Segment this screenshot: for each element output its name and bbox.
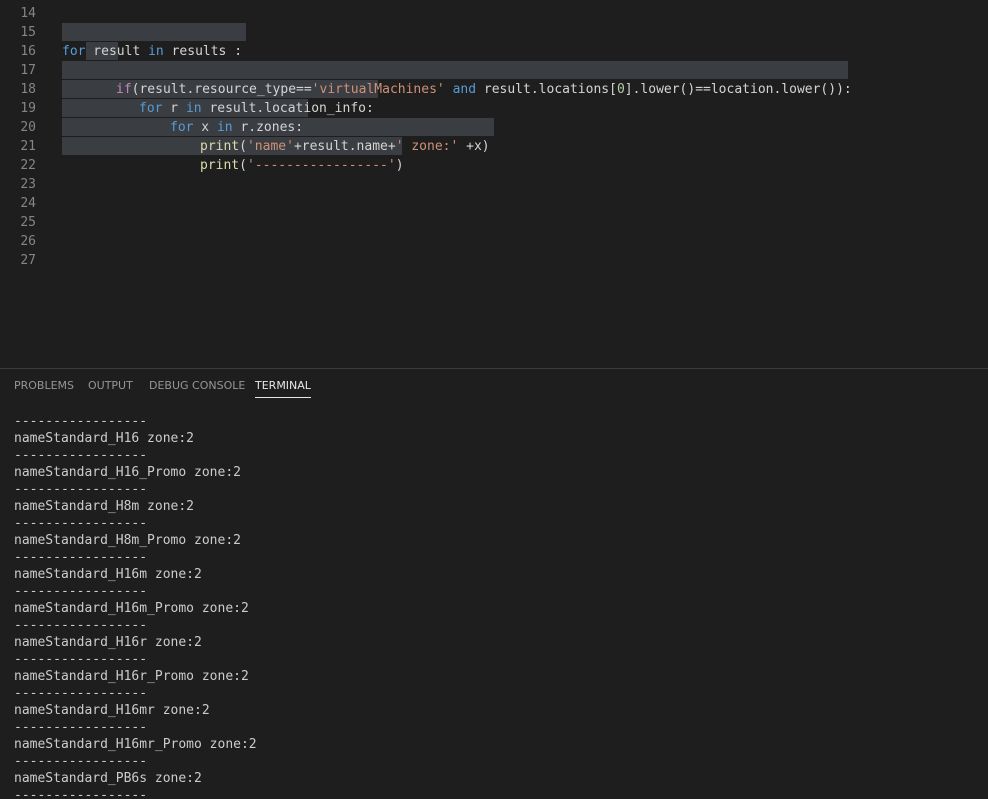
code-token: result.location_info: bbox=[201, 101, 374, 116]
terminal-output[interactable]: ----------------- nameStandard_H16 zone:… bbox=[14, 413, 974, 799]
function-name: print bbox=[200, 158, 240, 173]
line-number: 25 bbox=[20, 215, 36, 230]
terminal-line: ----------------- bbox=[14, 754, 148, 769]
keyword: in bbox=[148, 44, 164, 59]
code-line-18: for r in result.location_info: bbox=[139, 99, 374, 118]
code-token: +result.name+ bbox=[293, 139, 396, 154]
number-literal: 0 bbox=[616, 82, 625, 97]
terminal-line: nameStandard_PB6s zone:2 bbox=[14, 771, 202, 786]
tab-terminal[interactable]: TERMINAL bbox=[255, 379, 311, 398]
terminal-line: nameStandard_H8m_Promo zone:2 bbox=[14, 533, 241, 548]
code-line-17: if(result.resource_type=='virtualMachine… bbox=[116, 80, 852, 99]
keyword: for bbox=[170, 120, 194, 135]
terminal-line: nameStandard_H16m zone:2 bbox=[14, 567, 202, 582]
terminal-line: ----------------- bbox=[14, 788, 148, 799]
code-token: result bbox=[85, 44, 149, 59]
code-line-21: print('-----------------') bbox=[200, 156, 404, 175]
terminal-line: nameStandard_H16m_Promo zone:2 bbox=[14, 601, 249, 616]
keyword: and bbox=[452, 82, 477, 97]
code-token: ) bbox=[395, 158, 404, 173]
keyword: for bbox=[62, 44, 86, 59]
string-literal: 'virtualMachines' bbox=[311, 82, 445, 97]
code-line-20: print('name'+result.name+' zone:' +x) bbox=[200, 137, 490, 156]
keyword: for bbox=[139, 101, 163, 116]
code-editor[interactable]: 14 15 16 17 18 19 20 21 22 23 24 25 26 2… bbox=[0, 0, 988, 368]
terminal-line: nameStandard_H16mr zone:2 bbox=[14, 703, 210, 718]
tab-problems[interactable]: PROBLEMS bbox=[14, 379, 74, 397]
function-name: print bbox=[200, 139, 240, 154]
code-line-19: for x in r.zones: bbox=[170, 118, 303, 137]
code-token: +x) bbox=[458, 139, 490, 154]
terminal-line: nameStandard_H16mr_Promo zone:2 bbox=[14, 737, 257, 752]
selection-highlight bbox=[62, 23, 246, 41]
code-line-15: for result in results : bbox=[62, 42, 242, 61]
code-token: r bbox=[162, 101, 186, 116]
tab-output[interactable]: OUTPUT bbox=[88, 379, 133, 397]
bottom-panel: PROBLEMS OUTPUT DEBUG CONSOLE TERMINAL -… bbox=[0, 368, 988, 799]
terminal-line: nameStandard_H16 zone:2 bbox=[14, 431, 195, 446]
code-token: ].lower()==location.lower()): bbox=[624, 82, 852, 97]
string-literal: 'name' bbox=[246, 139, 294, 154]
string-literal: ' zone:' bbox=[395, 139, 459, 154]
line-number: 24 bbox=[20, 196, 36, 211]
terminal-line: nameStandard_H8m zone:2 bbox=[14, 499, 195, 514]
keyword: if bbox=[116, 82, 132, 97]
keyword: in bbox=[185, 101, 202, 116]
terminal-line: ----------------- bbox=[14, 414, 148, 429]
terminal-line: ----------------- bbox=[14, 584, 148, 599]
line-number: 27 bbox=[20, 253, 36, 268]
terminal-line: ----------------- bbox=[14, 516, 148, 531]
string-literal: '-----------------' bbox=[246, 158, 396, 173]
code-token: results : bbox=[163, 44, 243, 59]
code-token: (result.resource_type== bbox=[131, 82, 312, 97]
code-token: r.zones: bbox=[232, 120, 304, 135]
terminal-line: ----------------- bbox=[14, 550, 148, 565]
panel-tabs: PROBLEMS OUTPUT DEBUG CONSOLE TERMINAL bbox=[0, 369, 988, 405]
terminal-line: ----------------- bbox=[14, 482, 148, 497]
code-token: ( bbox=[239, 158, 247, 173]
tab-debug-console[interactable]: DEBUG CONSOLE bbox=[149, 379, 245, 397]
selection-highlight bbox=[62, 61, 848, 79]
terminal-line: ----------------- bbox=[14, 720, 148, 735]
keyword: in bbox=[216, 120, 233, 135]
terminal-line: nameStandard_H16r zone:2 bbox=[14, 635, 202, 650]
code-token: x bbox=[193, 120, 217, 135]
terminal-line: ----------------- bbox=[14, 618, 148, 633]
line-number: 26 bbox=[20, 234, 36, 249]
terminal-line: nameStandard_H16r_Promo zone:2 bbox=[14, 669, 249, 684]
terminal-line: nameStandard_H16_Promo zone:2 bbox=[14, 465, 241, 480]
code-token: ( bbox=[239, 139, 247, 154]
code-token: result.locations[ bbox=[476, 82, 617, 97]
terminal-line: ----------------- bbox=[14, 448, 148, 463]
line-number: 14 bbox=[20, 6, 36, 21]
terminal-line: ----------------- bbox=[14, 686, 148, 701]
terminal-line: ----------------- bbox=[14, 652, 148, 667]
